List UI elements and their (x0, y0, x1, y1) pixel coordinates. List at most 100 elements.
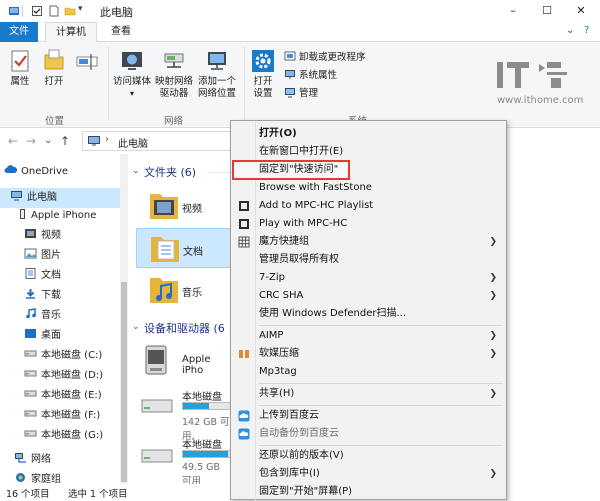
nav-disk-g[interactable]: 本地磁盘 (G:) (24, 426, 103, 446)
address-bar[interactable]: › 此电脑 (82, 131, 242, 151)
scrollbar-thumb[interactable] (121, 282, 127, 482)
nav-label: 视频 (41, 230, 61, 241)
menu-item-crc-sha[interactable]: CRC SHA ❯ (233, 287, 505, 305)
magic-cube-grid-icon (238, 236, 250, 248)
nav-apple-iphone[interactable]: Apple iPhone (20, 206, 96, 226)
nav-onedrive[interactable]: OneDrive (4, 162, 120, 182)
menu-item-mp3tag[interactable]: Mp3tag (233, 363, 505, 381)
properties-quick-icon[interactable] (31, 5, 43, 17)
menu-item-7zip[interactable]: 7-Zip ❯ (233, 269, 505, 287)
drive-e-icon (24, 390, 37, 397)
help-icon[interactable]: ? (584, 25, 589, 36)
nav-desktop[interactable]: 桌面 (24, 326, 61, 346)
devices-section-header[interactable]: 设备和驱动器 (6 (144, 320, 225, 336)
add-network-location-button[interactable]: 添加一个 网络位置 (196, 48, 238, 100)
nav-pictures[interactable]: 图片 (24, 246, 61, 266)
menu-item-defender-scan[interactable]: 使用 Windows Defender扫描... (233, 305, 505, 323)
menu-item-browse-faststone[interactable]: Browse with FastStone (233, 179, 505, 197)
folder-documents[interactable]: 文档 (136, 228, 232, 268)
uninstall-program-button[interactable]: 卸载或更改程序 (284, 50, 366, 66)
ribbon-expand-icon[interactable]: ⌄ (566, 25, 574, 36)
devices-collapse-icon[interactable]: ⌄ (132, 322, 140, 332)
manage-button[interactable]: 管理 (284, 86, 318, 102)
properties-button[interactable]: 属性 (6, 48, 34, 88)
recent-locations-dropdown[interactable]: ⌄ (44, 135, 52, 146)
quick-access-dropdown-icon[interactable]: ▾ (78, 4, 83, 14)
system-properties-icon (285, 70, 295, 79)
nav-disk-f[interactable]: 本地磁盘 (F:) (24, 406, 100, 426)
map-network-drive-button[interactable]: 映射网络 驱动器 (154, 48, 194, 100)
nav-label: 图片 (41, 250, 61, 261)
nav-label: 下载 (41, 290, 61, 301)
folder-videos[interactable]: 视频 (136, 186, 232, 226)
nav-disk-c[interactable]: 本地磁盘 (C:) (24, 346, 102, 366)
folders-section-header[interactable]: 文件夹 (6) (144, 164, 196, 180)
baidu-cloud-icon (238, 428, 250, 440)
nav-label: 桌面 (41, 330, 61, 341)
submenu-arrow-icon: ❯ (489, 331, 497, 341)
nav-documents[interactable]: 文档 (24, 266, 61, 286)
menu-item-pin-quick-access[interactable]: 固定到"快速访问" (232, 160, 350, 180)
menu-item-take-ownership[interactable]: 管理员取得所有权 (233, 251, 505, 269)
maximize-button[interactable]: ☐ (530, 0, 564, 22)
menu-item-add-mpc-playlist[interactable]: Add to MPC-HC Playlist (233, 197, 505, 215)
nav-network[interactable]: 网络 (14, 450, 51, 470)
breadcrumb-this-pc[interactable]: 此电脑 (118, 135, 148, 150)
nav-disk-d[interactable]: 本地磁盘 (D:) (24, 366, 103, 386)
status-selected-count: 选中 1 个项目 (68, 489, 128, 500)
access-media-label: 访问媒体 (112, 76, 151, 87)
close-button[interactable]: ✕ (564, 0, 598, 22)
tab-file[interactable]: 文件 (0, 22, 38, 42)
menu-item-restore-versions[interactable]: 还原以前的版本(V) (233, 447, 505, 465)
menu-item-include-library[interactable]: 包含到库中(I) ❯ (233, 465, 505, 483)
menu-item-compress[interactable]: 软媒压缩 ❯ (233, 345, 505, 363)
menu-item-autobackup-baidu[interactable]: 自动备份到百度云 (233, 425, 505, 443)
menu-item-play-mpc[interactable]: Play with MPC-HC (233, 215, 505, 233)
new-folder-quick-icon[interactable] (48, 5, 60, 17)
menu-item-aimp[interactable]: AIMP ❯ (233, 327, 505, 345)
open-button[interactable]: 打开 (40, 48, 68, 88)
nav-disk-e[interactable]: 本地磁盘 (E:) (24, 386, 102, 406)
explorer-app-icon (9, 7, 19, 15)
system-properties-button[interactable]: 系统属性 (284, 68, 337, 84)
tab-view[interactable]: 查看 (102, 22, 140, 43)
forward-button[interactable]: → (26, 134, 36, 148)
rename-button[interactable] (72, 48, 102, 76)
nav-label: 网络 (31, 454, 51, 465)
iphone-device-icon (145, 345, 167, 375)
menu-item-upload-baidu[interactable]: 上传到百度云 (233, 407, 505, 425)
menu-separator (259, 405, 503, 406)
menu-item-share[interactable]: 共享(H) ❯ (233, 385, 505, 403)
nav-label: 本地磁盘 (F:) (41, 410, 101, 421)
open-settings-button[interactable]: 打开 设置 (248, 48, 278, 100)
folder-quick-icon[interactable] (64, 5, 76, 17)
access-media-dropdown-icon: ▾ (129, 89, 134, 98)
drive-label: 本地磁盘 (182, 392, 222, 403)
drive-item-1[interactable]: 本地磁盘 142 GB 可用, (136, 388, 242, 442)
submenu-arrow-icon: ❯ (489, 237, 497, 247)
network-icon (15, 453, 26, 463)
minimize-button[interactable]: – (496, 0, 530, 22)
device-apple-iphone[interactable]: Apple iPho (136, 340, 232, 380)
folder-music[interactable]: 音乐 (136, 270, 232, 310)
nav-downloads[interactable]: 下载 (24, 286, 61, 306)
open-settings-label-2: 设置 (253, 88, 273, 99)
window-title: 此电脑 (100, 6, 133, 19)
menu-item-magic-cube[interactable]: 魔方快捷组 ❯ (233, 233, 505, 251)
menu-item-open-new-window[interactable]: 在新窗口中打开(E) (233, 143, 505, 161)
menu-item-pin-start[interactable]: 固定到"开始"屏幕(P) (233, 483, 505, 501)
nav-music[interactable]: 音乐 (24, 306, 61, 326)
back-button[interactable]: ← (8, 134, 18, 148)
tab-computer[interactable]: 计算机 (45, 22, 97, 43)
nav-this-pc[interactable]: 此电脑 (0, 188, 120, 208)
access-media-button[interactable]: 访问媒体 ▾ (112, 48, 152, 100)
menu-item-open[interactable]: 打开(O) (233, 125, 505, 143)
nav-videos[interactable]: 视频 (24, 226, 61, 246)
nav-pane-scrollbar[interactable] (120, 154, 128, 484)
settings-gear-icon (252, 50, 274, 72)
documents-folder-icon (151, 237, 179, 262)
iphone-icon (20, 209, 25, 219)
up-button[interactable]: ↑ (60, 134, 70, 148)
folders-collapse-icon[interactable]: ⌄ (132, 166, 140, 176)
drive-item-2[interactable]: 本地磁盘 49.5 GB 可用 (136, 436, 242, 487)
